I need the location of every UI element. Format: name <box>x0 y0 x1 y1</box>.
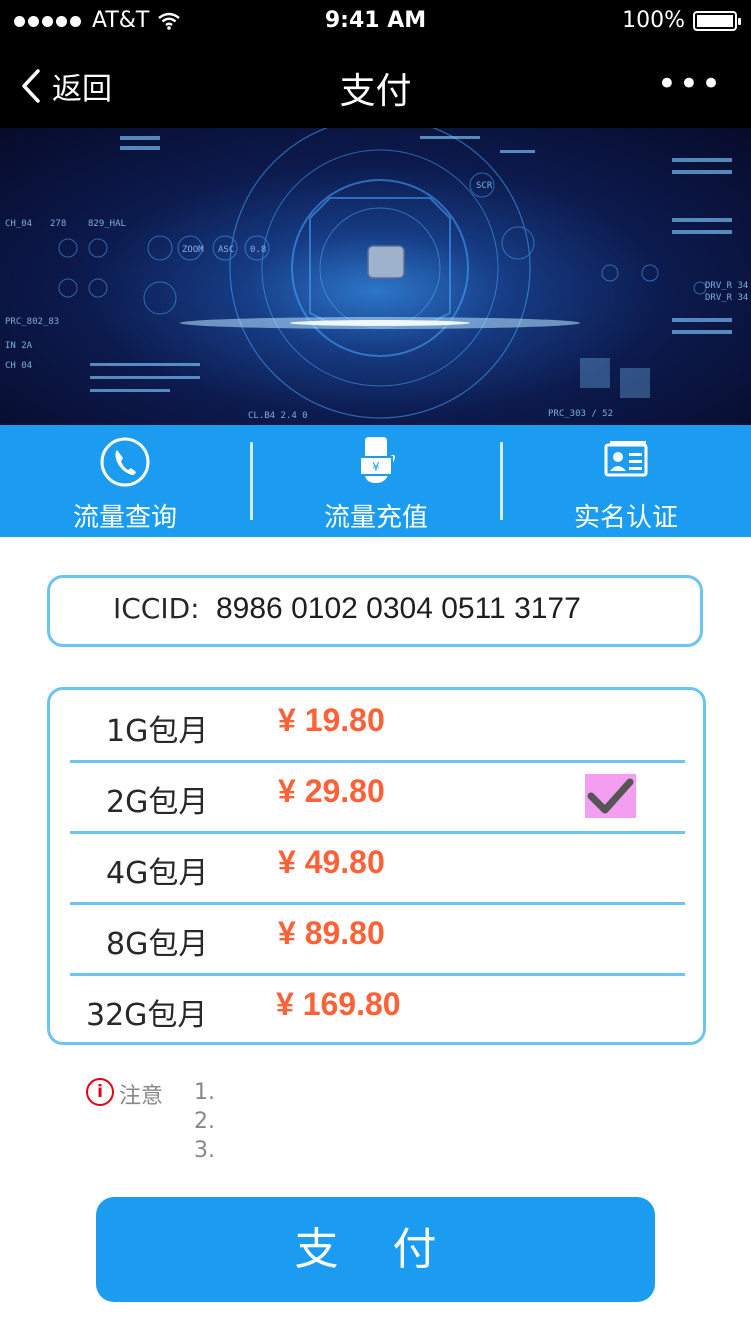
pay-button[interactable]: 支 付 <box>96 1197 655 1302</box>
hud-label: CH 04 <box>5 361 32 371</box>
hud-label: CL.B4 2.4 0 <box>248 411 308 421</box>
battery-percent: 100% <box>622 8 685 33</box>
plan-price: ¥ 29.80 <box>278 773 385 809</box>
note-list: 1. 2. 3. <box>194 1078 215 1165</box>
hud-label: CH_04 <box>5 219 32 229</box>
flow-query-button[interactable]: 流量查询 <box>0 425 250 537</box>
note-label: 注意 <box>119 1084 164 1109</box>
status-bar: AT&T 9:41 AM 100% <box>0 0 751 40</box>
iccid-label: ICCID: <box>113 592 200 625</box>
plan-price: ¥ 169.80 <box>276 986 401 1022</box>
note-item: 3. <box>194 1138 215 1163</box>
flow-query-label: 流量查询 <box>72 503 177 533</box>
hud-label: ZOOM <box>182 245 204 255</box>
iccid-value: 8986 0102 0304 0511 3177 <box>216 592 581 625</box>
svg-text:¥: ¥ <box>372 460 380 474</box>
hud-label: 829_HAL <box>88 219 126 229</box>
plan-name: 2G包月 <box>106 785 209 820</box>
hud-label: PRC_303 / 52 <box>548 409 613 419</box>
hud-label: 0.8 <box>250 245 266 255</box>
hand-yuan-icon: ¥ <box>359 437 395 483</box>
plan-price: ¥ 89.80 <box>278 915 385 951</box>
plan-price: ¥ 19.80 <box>278 702 385 738</box>
phone-icon <box>100 437 150 487</box>
plan-list: 1G包月 ¥ 19.80 2G包月 ¥ 29.80 4G包月 ¥ 49.80 8… <box>47 687 706 1045</box>
plan-name: 4G包月 <box>106 856 209 891</box>
plan-item-4g[interactable]: 4G包月 ¥ 49.80 <box>50 832 703 902</box>
plan-name: 1G包月 <box>106 714 209 749</box>
hud-label: SCR <box>476 181 493 191</box>
banner-graphic: CH_04 278 829_HAL PRC_802_83 SCR DRV_R 3… <box>5 128 748 421</box>
hud-label: IN 2A <box>5 341 33 351</box>
banner-image: CH_04 278 829_HAL PRC_802_83 SCR DRV_R 3… <box>0 128 751 425</box>
plan-price: ¥ 49.80 <box>278 844 385 880</box>
plan-item-1g[interactable]: 1G包月 ¥ 19.80 <box>50 690 703 760</box>
selected-checkbox[interactable] <box>585 774 636 818</box>
nav-bar: 返回 支付 ••• <box>0 40 751 128</box>
plan-name: 32G包月 <box>86 998 208 1033</box>
flow-recharge-label: 流量充值 <box>323 503 428 533</box>
info-icon: i <box>86 1078 114 1106</box>
note-section: i 注意 1. 2. 3. <box>86 1078 486 1178</box>
hud-label: 278 <box>50 219 66 229</box>
iccid-box: ICCID: 8986 0102 0304 0511 3177 <box>47 575 703 647</box>
hud-label: DRV_R 34 <box>705 281 748 291</box>
hud-label: DRV_R 34 <box>705 293 748 303</box>
hud-label: ASC <box>218 245 234 255</box>
plan-item-8g[interactable]: 8G包月 ¥ 89.80 <box>50 903 703 973</box>
flow-recharge-button[interactable]: ¥ 流量充值 <box>251 425 501 537</box>
real-name-auth-label: 实名认证 <box>573 503 678 533</box>
plan-item-32g[interactable]: 32G包月 ¥ 169.80 <box>50 974 703 1044</box>
more-button[interactable]: ••• <box>657 64 723 104</box>
action-bar: 流量查询 ¥ 流量充值 实名认证 <box>0 425 751 537</box>
hud-label: PRC_802_83 <box>5 317 59 327</box>
battery-icon <box>693 10 741 31</box>
page-title: 支付 <box>339 71 412 112</box>
checkmark-icon <box>587 778 634 814</box>
note-item: 1. <box>194 1080 215 1105</box>
plan-name: 8G包月 <box>106 927 209 962</box>
real-name-auth-button[interactable]: 实名认证 <box>501 425 751 537</box>
id-card-icon <box>604 441 648 477</box>
note-item: 2. <box>194 1109 215 1134</box>
